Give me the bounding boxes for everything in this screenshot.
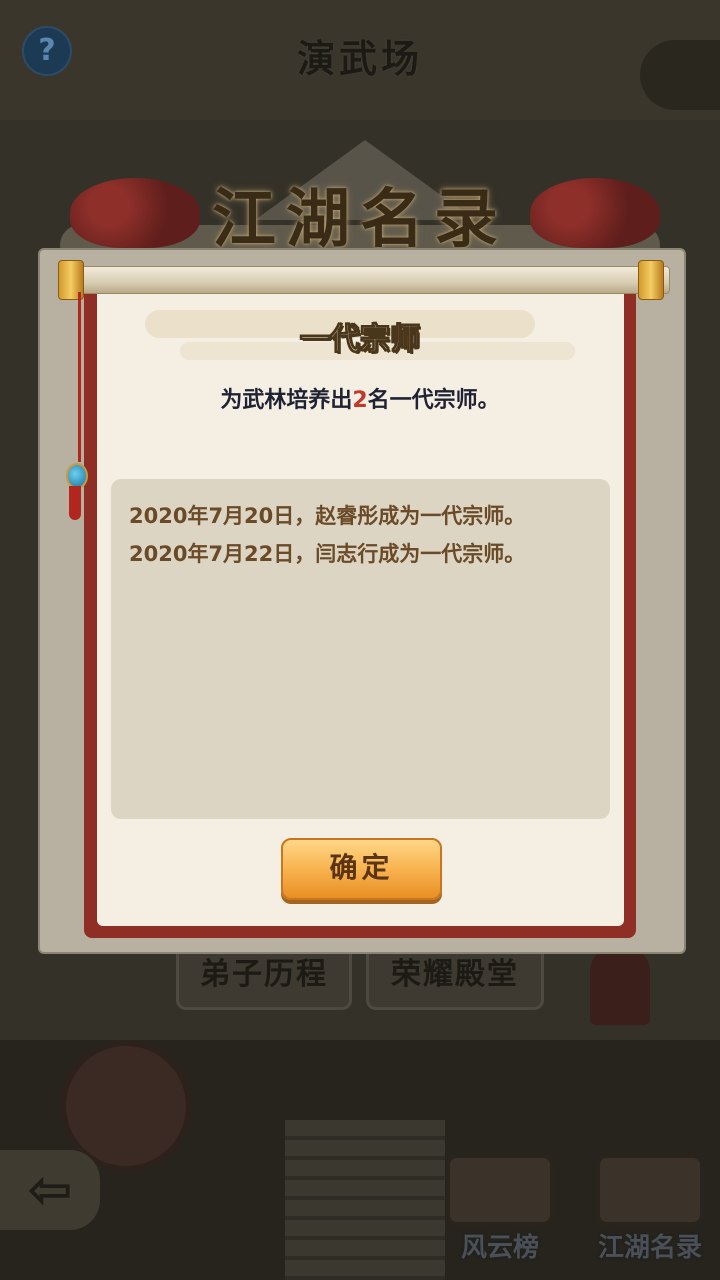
record-item: 2020年7月20日，赵睿彤成为一代宗师。: [129, 504, 526, 528]
nav-fengyun-label: 风云榜: [460, 1233, 539, 1263]
scroll-icon: [447, 1155, 553, 1225]
nav-jianghu-label: 江湖名录: [597, 1233, 702, 1263]
banner-title: 江湖名录: [212, 182, 508, 257]
tab-disciple-history[interactable]: 弟子历程: [176, 945, 352, 1010]
tassel-end: [69, 486, 81, 520]
nav-jianghu-records[interactable]: 江湖名录: [585, 1155, 715, 1265]
modal-title: 一代宗师: [300, 322, 421, 358]
description-prefix: 为武林培养出: [220, 388, 353, 413]
scroll-rod: [60, 266, 670, 294]
modal-description: 为武林培养出2名一代宗师。: [0, 382, 720, 414]
character-figure: [590, 950, 650, 1025]
back-arrow-icon: ⇦: [27, 1158, 73, 1221]
nav-fengyun-rank[interactable]: 风云榜: [435, 1155, 565, 1265]
stairs: [285, 1120, 445, 1280]
confirm-button[interactable]: 确定: [281, 838, 442, 900]
record-list: [111, 479, 610, 819]
back-button[interactable]: ⇦: [0, 1150, 100, 1230]
rod-cap-right: [638, 260, 664, 300]
cloud-decoration: [640, 40, 720, 110]
record-item: 2020年7月22日，闫志行成为一代宗师。: [129, 542, 526, 566]
book-icon: [597, 1155, 703, 1225]
tab-hall-of-honor[interactable]: 荣耀殿堂: [366, 945, 544, 1010]
description-count: 2: [352, 388, 368, 413]
description-suffix: 名一代宗师。: [367, 388, 500, 413]
page-title: 演武场: [296, 37, 423, 81]
